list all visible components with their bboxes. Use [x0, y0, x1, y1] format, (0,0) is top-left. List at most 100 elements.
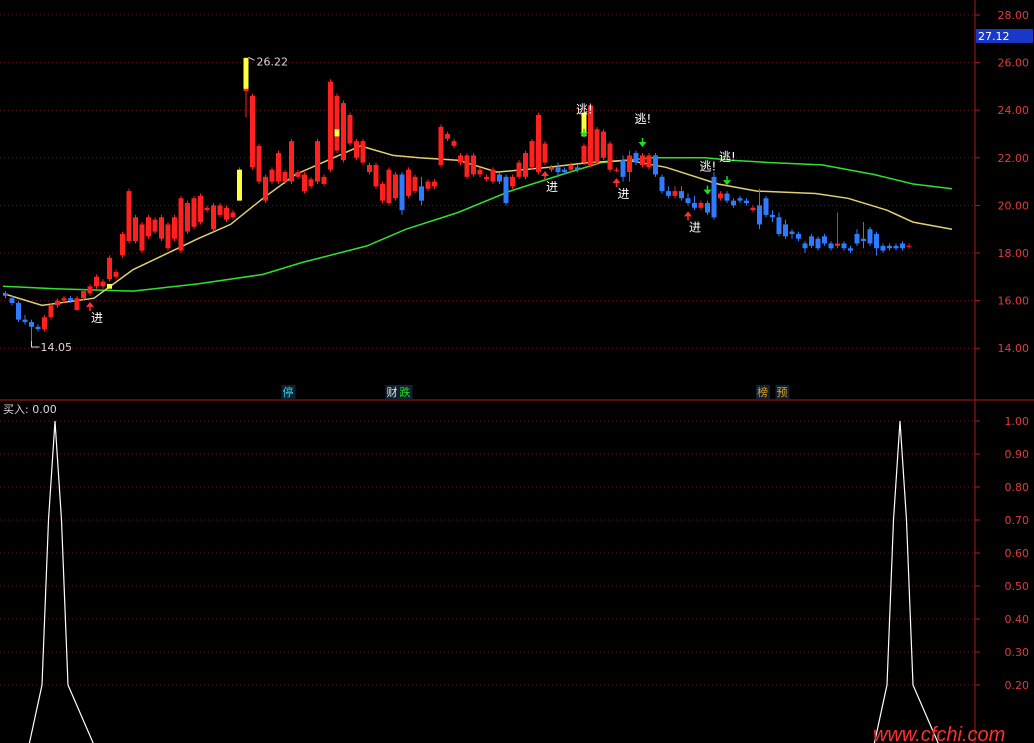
candle-body [692, 203, 697, 208]
event-tag: 财 [387, 385, 398, 399]
candle-body [334, 95, 340, 151]
candle-body [770, 214, 775, 218]
candle-body [679, 191, 684, 199]
candle-body [880, 245, 886, 251]
candle-body [412, 176, 418, 192]
candle-body [620, 160, 626, 177]
candle-body [510, 176, 515, 187]
sell-arrow [580, 132, 588, 138]
indicator-tick-label: 1.00 [1005, 415, 1030, 428]
candle-body [120, 233, 125, 256]
indicator-panel [28, 420, 939, 743]
candle-body [367, 164, 372, 173]
indicator-tick-label: 0.30 [1005, 646, 1030, 659]
buy-arrow [684, 211, 692, 217]
candle-body [269, 169, 275, 182]
candle-body [464, 155, 470, 177]
sell-arrow [638, 142, 647, 148]
candle-body [867, 229, 873, 244]
candle-body [126, 191, 132, 242]
ma-slow-line [2, 157, 953, 292]
candle-body [737, 198, 743, 201]
candle-body [529, 141, 535, 168]
candle-body [731, 200, 736, 206]
candle-body [354, 141, 359, 158]
candle-body [594, 129, 600, 163]
candle-body [750, 207, 756, 211]
candle-body [419, 186, 424, 201]
candle-body [445, 134, 450, 139]
event-tag: 跌 [400, 385, 411, 399]
candle-body [744, 200, 749, 204]
candle-body [87, 286, 93, 294]
sell-signal-label: 逃! [576, 103, 593, 117]
candle-body [152, 219, 158, 232]
candle-body [276, 153, 281, 182]
candle-body [841, 243, 847, 249]
candle-body [373, 164, 379, 187]
candle-body [68, 298, 73, 301]
price-axis: 14.00 16.00 18.00 20.00 22.00 24.00 26.00 28.00… [0, 0, 1034, 743]
buy-arrow [612, 178, 621, 184]
candle-body [555, 167, 561, 173]
candle-body [646, 155, 652, 168]
candle-body [789, 231, 795, 234]
candle-body [302, 174, 307, 192]
price-tick-label: 18.00 [998, 247, 1030, 260]
candle-body [757, 205, 762, 225]
candle-body [822, 236, 827, 244]
candle-body [607, 143, 613, 170]
candle-body [159, 217, 164, 239]
candle-body [16, 302, 21, 320]
candle-body [393, 174, 398, 199]
candle-body [627, 155, 632, 173]
candle-body [185, 203, 190, 232]
candle-body [614, 169, 619, 171]
candle-body [133, 217, 138, 242]
candle-body [321, 176, 327, 184]
candle-body [809, 236, 814, 246]
candle-body [94, 276, 99, 287]
high-pointer [248, 56, 255, 61]
candle-body [230, 212, 236, 218]
sell-signal-label: 逃! [700, 160, 717, 174]
candle-body [250, 95, 255, 168]
candle-body [685, 198, 691, 204]
candle-body [380, 183, 385, 201]
candle-body [113, 272, 119, 277]
buy-arrow [86, 301, 94, 307]
candle-body [438, 126, 444, 165]
indicator-tick-label: 0.90 [1005, 448, 1030, 461]
candle-body [48, 305, 54, 318]
low-pointer [31, 341, 40, 348]
candle-body [601, 131, 606, 158]
candle-body [224, 207, 229, 220]
candle-body [490, 169, 496, 182]
limit-up-bar [237, 169, 242, 201]
candle-body [386, 169, 392, 204]
candle-body [848, 248, 853, 251]
sell-signal-label: 逃! [719, 150, 736, 164]
candle-body [887, 245, 892, 249]
candle-body [861, 238, 866, 242]
candle-body [81, 291, 86, 299]
candle-body [217, 205, 223, 215]
candle-body [198, 195, 203, 223]
candle-body [471, 155, 476, 175]
candle-body [640, 155, 645, 165]
candle-body [874, 233, 879, 249]
candle-body [516, 162, 522, 177]
candle-body [3, 293, 8, 296]
indicator-title: 买入: 0.00 [3, 403, 57, 416]
buy-signal-label: 进 [689, 220, 701, 234]
limit-up-bar [243, 57, 249, 89]
gridlines [0, 14, 975, 686]
candle-body [178, 198, 184, 251]
candle-body [55, 300, 60, 306]
candle-body [562, 169, 567, 173]
price-tick-label: 28.00 [998, 9, 1030, 22]
low-price-label: 14.05 [41, 341, 73, 354]
candle-body [211, 205, 216, 230]
price-tick-label: 20.00 [998, 199, 1030, 212]
candle-body [802, 243, 808, 249]
